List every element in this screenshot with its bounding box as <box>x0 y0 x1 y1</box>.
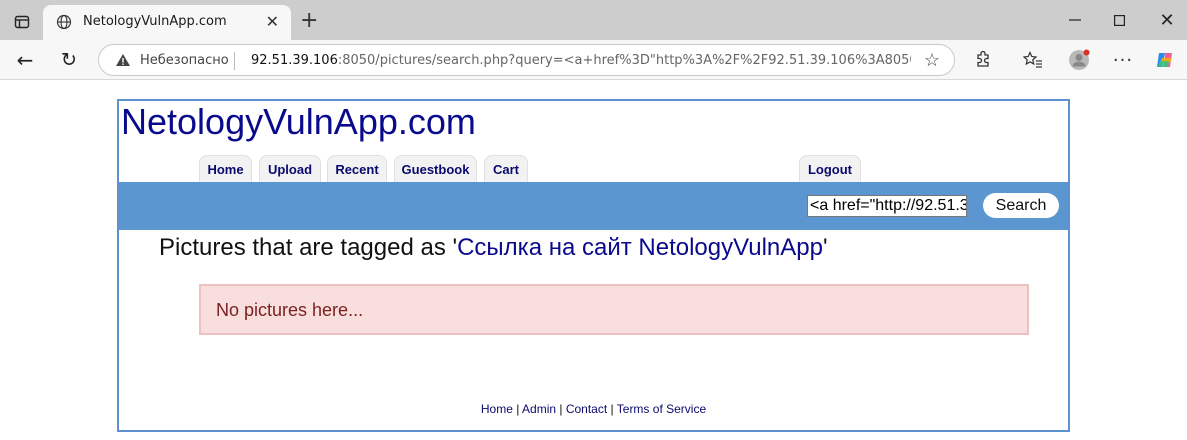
footer-home-link[interactable]: Home <box>481 402 513 416</box>
profile-avatar-icon[interactable] <box>1066 48 1092 72</box>
tab-title: NetologyVulnApp.com <box>83 14 227 29</box>
footer-admin-link[interactable]: Admin <box>522 402 556 416</box>
search-bar: <a href="http://92.51.3 Search <box>119 182 1068 230</box>
copilot-icon[interactable] <box>1152 48 1178 72</box>
nav-home[interactable]: Home <box>199 155 252 183</box>
site-container: NetologyVulnApp.com Home Upload Recent G… <box>117 99 1070 432</box>
footer-links: Home | Admin | Contact | Terms of Servic… <box>119 402 1068 416</box>
search-button[interactable]: Search <box>983 193 1059 218</box>
url-field[interactable]: Небезопасно 92.51.39.106:8050/pictures/s… <box>98 44 955 76</box>
page-heading: Pictures that are tagged as 'Ссылка на с… <box>159 234 828 262</box>
site-logo[interactable]: NetologyVulnApp.com <box>121 101 476 143</box>
footer-separator: | <box>556 402 566 416</box>
globe-icon <box>56 14 72 30</box>
tab-actions-icon[interactable] <box>8 8 36 36</box>
security-label[interactable]: Небезопасно <box>140 53 229 68</box>
search-input[interactable]: <a href="http://92.51.3 <box>807 195 967 217</box>
nav-guestbook[interactable]: Guestbook <box>394 155 477 183</box>
footer-separator: | <box>607 402 617 416</box>
favorites-icon[interactable] <box>1020 48 1046 72</box>
reload-icon[interactable]: ↻ <box>56 48 82 72</box>
url-host: 92.51.39.106 <box>251 53 338 68</box>
footer-contact-link[interactable]: Contact <box>566 402 607 416</box>
heading-suffix: ' <box>822 234 828 261</box>
footer-terms-link[interactable]: Terms of Service <box>617 402 706 416</box>
close-window-icon[interactable]: ✕ <box>1152 8 1182 32</box>
close-tab-icon[interactable]: ✕ <box>266 13 279 31</box>
maximize-icon[interactable] <box>1104 8 1134 32</box>
browser-tab-bar: NetologyVulnApp.com ✕ + ✕ <box>0 0 1187 40</box>
url-divider <box>234 52 235 70</box>
url-path: :8050/pictures/search.php?query=<a+href%… <box>337 53 911 68</box>
nav-logout[interactable]: Logout <box>799 155 861 183</box>
extensions-icon[interactable] <box>970 48 996 72</box>
more-options-icon[interactable]: ··· <box>1110 48 1136 72</box>
page-viewport: NetologyVulnApp.com Home Upload Recent G… <box>0 81 1187 440</box>
back-arrow-icon[interactable]: ← <box>12 48 38 72</box>
minimize-icon[interactable] <box>1060 8 1090 32</box>
nav-recent[interactable]: Recent <box>327 155 387 183</box>
footer-separator: | <box>512 402 523 416</box>
no-pictures-alert: No pictures here... <box>199 284 1029 335</box>
warning-icon[interactable] <box>115 53 131 67</box>
browser-tab-active[interactable]: NetologyVulnApp.com ✕ <box>43 5 291 40</box>
star-icon[interactable]: ☆ <box>924 50 940 71</box>
heading-prefix: Pictures that are tagged as ' <box>159 234 458 261</box>
nav-upload[interactable]: Upload <box>259 155 321 183</box>
url-text[interactable]: 92.51.39.106:8050/pictures/search.php?qu… <box>251 53 911 68</box>
nav-cart[interactable]: Cart <box>484 155 528 183</box>
new-tab-icon[interactable]: + <box>300 10 318 32</box>
injected-link[interactable]: Ссылка на сайт NetologyVulnApp <box>457 234 823 261</box>
alert-text: No pictures here... <box>216 300 364 320</box>
browser-address-bar: ← ↻ Небезопасно 92.51.39.106:8050/pictur… <box>0 40 1187 80</box>
